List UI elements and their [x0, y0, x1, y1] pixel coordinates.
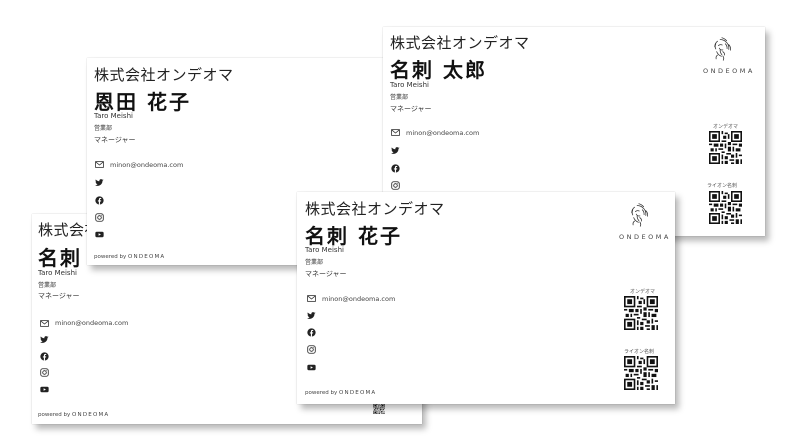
mail-icon[interactable] — [40, 319, 49, 328]
mail-icon[interactable] — [95, 160, 104, 169]
mail-icon[interactable] — [391, 128, 400, 137]
company-name: 株式会社オンデオマ — [94, 66, 234, 84]
powered-by: powered by ONDEOMA — [38, 412, 109, 418]
job-title: マネージャー — [38, 292, 80, 300]
powered-by: powered by ONDEOMA — [305, 390, 376, 396]
department: 営業部 — [94, 125, 113, 132]
department: 営業部 — [38, 282, 57, 289]
qr-code-icon[interactable] — [709, 131, 742, 164]
person-name: 恩田 花子 — [94, 90, 191, 114]
youtube-icon[interactable] — [95, 230, 104, 239]
instagram-icon[interactable] — [40, 368, 49, 377]
email-address[interactable]: minon@ondeoma.com — [322, 295, 395, 303]
email-address[interactable]: minon@ondeoma.com — [406, 129, 479, 137]
powered-brand: ONDEOMA — [128, 254, 166, 260]
instagram-icon[interactable] — [307, 345, 316, 354]
instagram-icon[interactable] — [95, 213, 104, 222]
email-address[interactable]: minon@ondeoma.com — [55, 319, 128, 327]
business-card-d[interactable]: 株式会社オンデオマ 名刺 花子 Taro Meishi 営業部 マネージャー m… — [297, 192, 675, 404]
person-name: 名刺 — [38, 246, 82, 270]
qr-label-2: ライオン名刺 — [707, 183, 738, 189]
qr-label: オンデオマ — [713, 124, 739, 130]
brand-logo-text: ONDEOMA — [619, 233, 671, 241]
lion-logo-icon — [708, 36, 734, 62]
twitter-icon[interactable] — [95, 178, 104, 187]
qr-label: オンデオマ — [630, 289, 656, 295]
email-address[interactable]: minon@ondeoma.com — [110, 161, 183, 169]
twitter-icon[interactable] — [307, 311, 316, 320]
job-title: マネージャー — [390, 105, 432, 113]
mail-icon[interactable] — [307, 294, 316, 303]
romaji-name: Taro Meishi — [38, 269, 77, 277]
youtube-icon[interactable] — [40, 385, 49, 394]
qr-label-2: ライオン名刺 — [624, 349, 655, 355]
lion-logo-icon — [625, 202, 651, 228]
job-title: マネージャー — [305, 270, 347, 278]
powered-prefix: powered by — [305, 390, 338, 396]
romaji-name: Taro Meishi — [94, 112, 133, 120]
instagram-icon[interactable] — [391, 181, 400, 190]
brand-logo-text: ONDEOMA — [703, 67, 755, 75]
qr-code-icon[interactable] — [624, 356, 658, 390]
romaji-name: Taro Meishi — [305, 246, 344, 254]
youtube-icon[interactable] — [307, 363, 316, 372]
job-title: マネージャー — [94, 136, 136, 144]
department: 営業部 — [390, 94, 409, 101]
powered-brand: ONDEOMA — [72, 412, 110, 418]
powered-prefix: powered by — [38, 412, 71, 418]
person-name: 名刺 花子 — [305, 224, 402, 248]
facebook-icon[interactable] — [391, 164, 400, 173]
powered-prefix: powered by — [94, 254, 127, 260]
powered-by: powered by ONDEOMA — [94, 254, 165, 260]
qr-code-icon[interactable] — [624, 296, 658, 330]
company-name: 株式会社オンデオマ — [305, 200, 445, 218]
company-name: 株式会社オンデオマ — [390, 34, 530, 52]
powered-brand: ONDEOMA — [339, 390, 377, 396]
facebook-icon[interactable] — [95, 196, 104, 205]
qr-code-icon[interactable] — [709, 191, 742, 224]
twitter-icon[interactable] — [40, 335, 49, 344]
romaji-name: Taro Meishi — [390, 81, 429, 89]
twitter-icon[interactable] — [391, 146, 400, 155]
person-name: 名刺 太郎 — [390, 58, 487, 82]
facebook-icon[interactable] — [307, 328, 316, 337]
qr-code-icon — [362, 404, 396, 414]
department: 営業部 — [305, 259, 324, 266]
facebook-icon[interactable] — [40, 352, 49, 361]
